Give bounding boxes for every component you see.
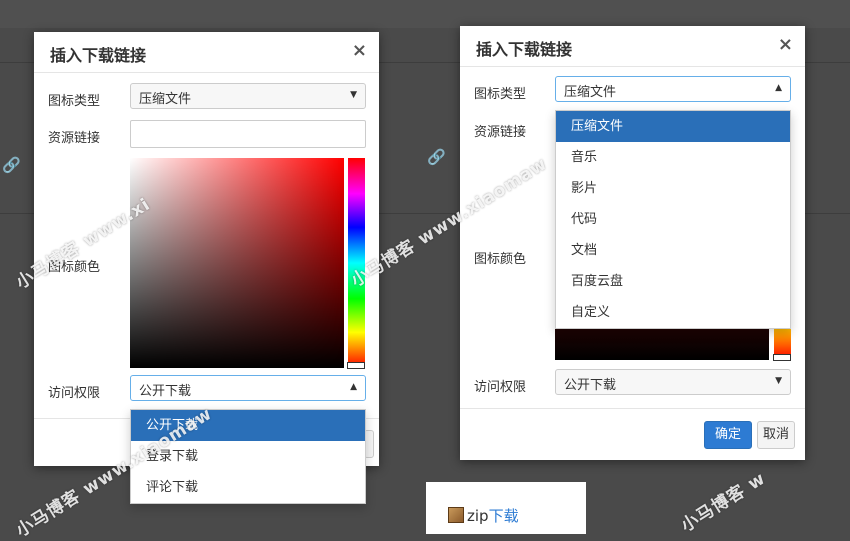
hue-slider-handle[interactable]: [347, 362, 365, 369]
resource-link-input[interactable]: [130, 120, 366, 148]
dialog-header: 插入下载链接 ×: [34, 32, 379, 73]
chevron-down-icon: ▼: [775, 376, 782, 386]
resource-link-label: 资源链接: [48, 131, 101, 146]
access-label: 访问权限: [474, 380, 527, 395]
link-icon: 🔗: [427, 148, 446, 166]
icon-type-select[interactable]: 压缩文件 ▲: [555, 76, 791, 102]
chevron-up-icon: ▲: [350, 382, 357, 392]
access-label: 访问权限: [48, 386, 101, 401]
icon-type-option-baidu-cloud[interactable]: 百度云盘: [556, 266, 790, 297]
icon-type-dropdown-menu: 压缩文件 音乐 影片 代码 文档 百度云盘 自定义: [555, 110, 791, 329]
icon-type-option-document[interactable]: 文档: [556, 235, 790, 266]
access-select[interactable]: 公开下载 ▼: [555, 369, 791, 395]
package-icon: [448, 507, 464, 523]
close-icon[interactable]: ×: [778, 34, 793, 55]
download-link-text[interactable]: 下载: [489, 507, 519, 525]
resource-link-label: 资源链接: [474, 125, 527, 140]
link-icon: 🔗: [2, 156, 21, 174]
access-select[interactable]: 公开下载 ▲: [130, 375, 366, 401]
ok-button[interactable]: 确定: [704, 421, 752, 449]
icon-color-label: 图标颜色: [474, 252, 527, 267]
dialog-title: 插入下载链接: [50, 46, 147, 65]
backdrop-band: [0, 0, 850, 28]
icon-type-label: 图标类型: [474, 87, 527, 102]
chevron-up-icon: ▲: [775, 83, 782, 93]
icon-type-option-archive[interactable]: 压缩文件: [556, 111, 790, 142]
access-value: 公开下载: [564, 378, 617, 393]
color-saturation-picker[interactable]: [130, 158, 344, 368]
icon-type-option-custom[interactable]: 自定义: [556, 297, 790, 328]
chevron-down-icon: ▼: [350, 90, 357, 100]
hue-slider-handle[interactable]: [773, 354, 791, 361]
download-link[interactable]: zip下载: [467, 505, 519, 526]
dialog-title: 插入下载链接: [476, 40, 573, 59]
cancel-button[interactable]: 取消: [757, 421, 795, 449]
close-icon[interactable]: ×: [352, 40, 367, 61]
watermark-text: 小马博客 w: [677, 468, 770, 537]
access-option-comment[interactable]: 评论下载: [131, 472, 365, 503]
icon-type-label: 图标类型: [48, 94, 101, 109]
footer-divider: [460, 408, 805, 409]
icon-type-select[interactable]: 压缩文件 ▼: [130, 83, 366, 109]
icon-type-value: 压缩文件: [564, 85, 617, 100]
icon-type-option-music[interactable]: 音乐: [556, 142, 790, 173]
file-type-prefix: zip: [467, 507, 489, 525]
icon-type-option-video[interactable]: 影片: [556, 173, 790, 204]
icon-type-value: 压缩文件: [139, 92, 192, 107]
icon-type-option-code[interactable]: 代码: [556, 204, 790, 235]
dialog-header: 插入下载链接 ×: [460, 26, 805, 67]
access-value: 公开下载: [139, 384, 192, 399]
